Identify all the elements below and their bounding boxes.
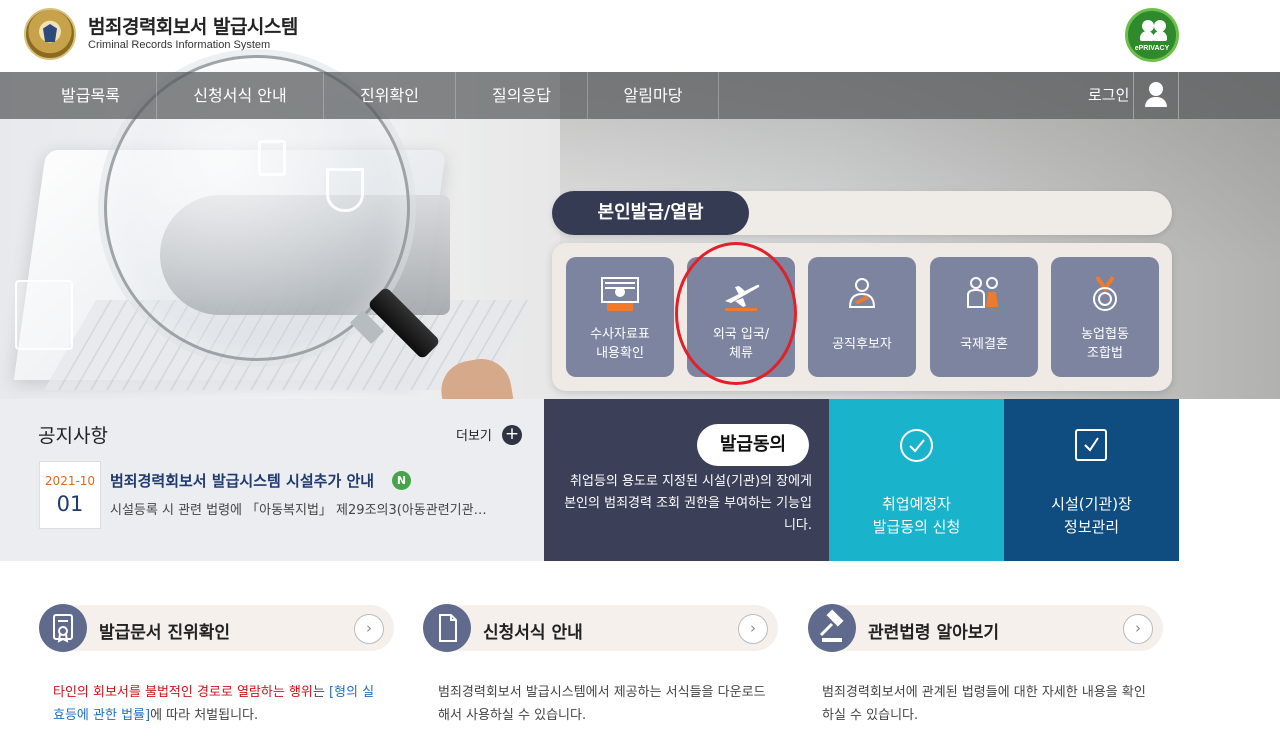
service-foreign-entry-button[interactable]: 외국 입국/ 체류: [687, 257, 795, 377]
service-intl-marriage-button[interactable]: 국제결혼: [930, 257, 1038, 377]
people-icon: [1140, 20, 1168, 42]
candidate-icon: [848, 278, 876, 308]
chevron-right-icon[interactable]: ›: [1123, 614, 1153, 644]
cube-icon: [15, 280, 73, 350]
institution-manage-button[interactable]: 시설(기관)장 정보관리: [1004, 399, 1179, 561]
card-description: 범죄경력회보서 발급시스템에서 제공하는 서식들을 다운로드해서 사용하실 수 …: [438, 685, 766, 723]
nav-item-notice-board[interactable]: 알림마당: [587, 72, 719, 119]
new-badge: N: [392, 471, 411, 490]
user-icon[interactable]: [1133, 72, 1179, 119]
notice-more-link[interactable]: 더보기: [456, 425, 492, 444]
checkbox-icon: [1075, 429, 1107, 461]
main-nav: 발급목록 신청서식 안내 진위확인 질의응답 알림마당 로그인: [0, 72, 1280, 119]
police-emblem-logo[interactable]: [24, 8, 76, 60]
couple-icon: [967, 277, 998, 308]
card-description: 타인의 회보서를 불법적인 경로로 열람하는 행위는 [형의 실효등에 관한 법…: [53, 681, 383, 727]
card-title: 발급문서 진위확인: [99, 623, 231, 643]
notice-section: 공지사항 더보기 + 2021-10 01 범죄경력회보서 발급시스템 시설추가…: [0, 399, 544, 561]
service-label: 농업협동 조합법: [1081, 327, 1129, 361]
document-icon: [423, 604, 471, 652]
check-circle-icon: [900, 429, 933, 462]
nav-item-qna[interactable]: 질의응답: [455, 72, 587, 119]
site-title[interactable]: 범죄경력회보서 발급시스템: [88, 12, 298, 39]
card-description: 범죄경력회보서에 관계된 법령들에 대한 자세한 내용을 확인하실 수 있습니다…: [822, 685, 1146, 723]
notice-title: 공지사항: [38, 425, 108, 447]
medal-icon: [1093, 275, 1117, 311]
shield-check-icon: [326, 168, 364, 212]
service-candidate-button[interactable]: 공직후보자: [808, 257, 916, 377]
institution-manage-label: 시설(기관)장 정보관리: [1051, 495, 1132, 536]
page: 범죄경력회보서 발급시스템 Criminal Records Informati…: [0, 0, 1280, 744]
eprivacy-badge-icon[interactable]: ePRIVACY: [1125, 8, 1179, 62]
nav-item-issue-list[interactable]: 발급목록: [25, 72, 156, 119]
card-description-text: 는: [312, 685, 329, 700]
plus-icon[interactable]: +: [502, 425, 522, 445]
service-record-check-button[interactable]: 수사자료표 내용확인: [566, 257, 674, 377]
notice-year-month: 2021-10: [44, 474, 96, 488]
nav-item-verification[interactable]: 진위확인: [323, 72, 455, 119]
eprivacy-label: ePRIVACY: [1134, 45, 1170, 52]
apply-consent-label: 취업예정자 발급동의 신청: [872, 495, 961, 536]
apply-consent-button[interactable]: 취업예정자 발급동의 신청: [829, 399, 1004, 561]
chevron-right-icon[interactable]: ›: [354, 614, 384, 644]
card-form-guide[interactable]: [428, 605, 778, 651]
service-label: 공직후보자: [832, 337, 892, 352]
record-card-icon: [601, 277, 639, 311]
login-link[interactable]: 로그인: [1088, 72, 1129, 119]
site-header: 범죄경력회보서 발급시스템 Criminal Records Informati…: [0, 0, 1280, 72]
tab-self-issue[interactable]: 본인발급/열람: [552, 191, 749, 235]
service-label: 국제결혼: [960, 337, 1008, 352]
card-title: 신청서식 안내: [483, 623, 583, 643]
service-agri-coop-button[interactable]: 농업협동 조합법: [1051, 257, 1159, 377]
service-label: 수사자료표 내용확인: [590, 327, 650, 361]
warning-text: 타인의 회보서를 불법적인 경로로 열람하는 행위: [53, 685, 313, 700]
notice-day: 01: [56, 492, 84, 516]
gavel-icon: [808, 604, 856, 652]
notice-date: 2021-10 01: [39, 461, 101, 529]
card-title: 관련법령 알아보기: [868, 623, 1000, 643]
airplane-icon: [725, 284, 760, 311]
consent-description: 취업등의 용도로 지정된 시설(기관)의 장에게 본인의 범죄경력 조회 권한을…: [564, 474, 812, 533]
document-icon: [258, 140, 286, 176]
certificate-icon: [39, 604, 87, 652]
card-description-text: 에 따라 처벌됩니다.: [150, 708, 259, 723]
site-subtitle: Criminal Records Information System: [88, 39, 271, 51]
service-label: 외국 입국/ 체류: [712, 327, 770, 361]
chevron-right-icon[interactable]: ›: [738, 614, 768, 644]
notice-headline-link[interactable]: 범죄경력회보서 발급시스템 시설추가 안내: [110, 470, 374, 491]
nav-item-form-guide[interactable]: 신청서식 안내: [156, 72, 323, 119]
notice-body[interactable]: 시설등록 시 관련 법령에 「아동복지법」 제29조의3(아동관련기관…: [110, 499, 515, 518]
consent-button[interactable]: 발급동의: [697, 424, 809, 466]
